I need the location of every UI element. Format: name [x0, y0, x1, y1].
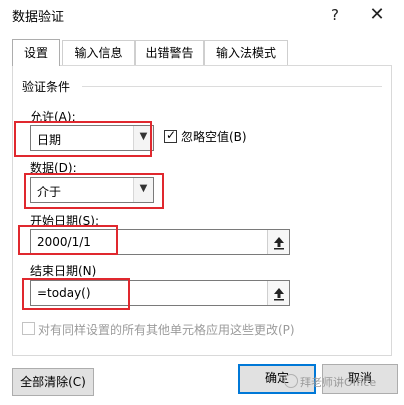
- tab-error-alert[interactable]: 出错警告: [135, 40, 204, 66]
- validation-criteria-title: 验证条件: [22, 80, 71, 94]
- clear-all-button[interactable]: 全部清除(C): [12, 368, 94, 396]
- range-select-button[interactable]: [267, 281, 289, 305]
- end-date-label: 结束日期(N): [30, 264, 97, 278]
- highlight-box-data: [24, 173, 164, 209]
- tab-settings[interactable]: 设置: [12, 39, 60, 66]
- title-bar: 数据验证 ? ✕: [0, 0, 404, 30]
- collapse-dialog-icon: [274, 237, 284, 250]
- checkmark-icon: ✓: [166, 128, 177, 142]
- tab-ime-mode[interactable]: 输入法模式: [204, 40, 288, 66]
- watermark: 拜老师讲Office: [300, 376, 377, 389]
- close-button[interactable]: ✕: [364, 3, 390, 27]
- highlight-box-start-date: [18, 225, 118, 255]
- ignore-blank-checkbox[interactable]: ✓: [164, 128, 177, 143]
- apply-all-label: 对有同样设置的所有其他单元格应用这些更改(P): [38, 323, 295, 337]
- collapse-dialog-icon: [274, 288, 284, 301]
- highlight-box-end-date: [22, 278, 130, 310]
- highlight-box-allow: [14, 121, 152, 157]
- range-select-button[interactable]: [267, 230, 289, 254]
- window-title: 数据验证: [12, 10, 65, 25]
- tab-input-message[interactable]: 输入信息: [62, 40, 135, 66]
- group-divider: [82, 86, 382, 87]
- help-button[interactable]: ?: [322, 3, 348, 27]
- apply-all-checkbox[interactable]: [22, 322, 35, 335]
- watermark-logo-icon: [284, 374, 298, 388]
- ignore-blank-label[interactable]: 忽略空值(B): [181, 128, 247, 145]
